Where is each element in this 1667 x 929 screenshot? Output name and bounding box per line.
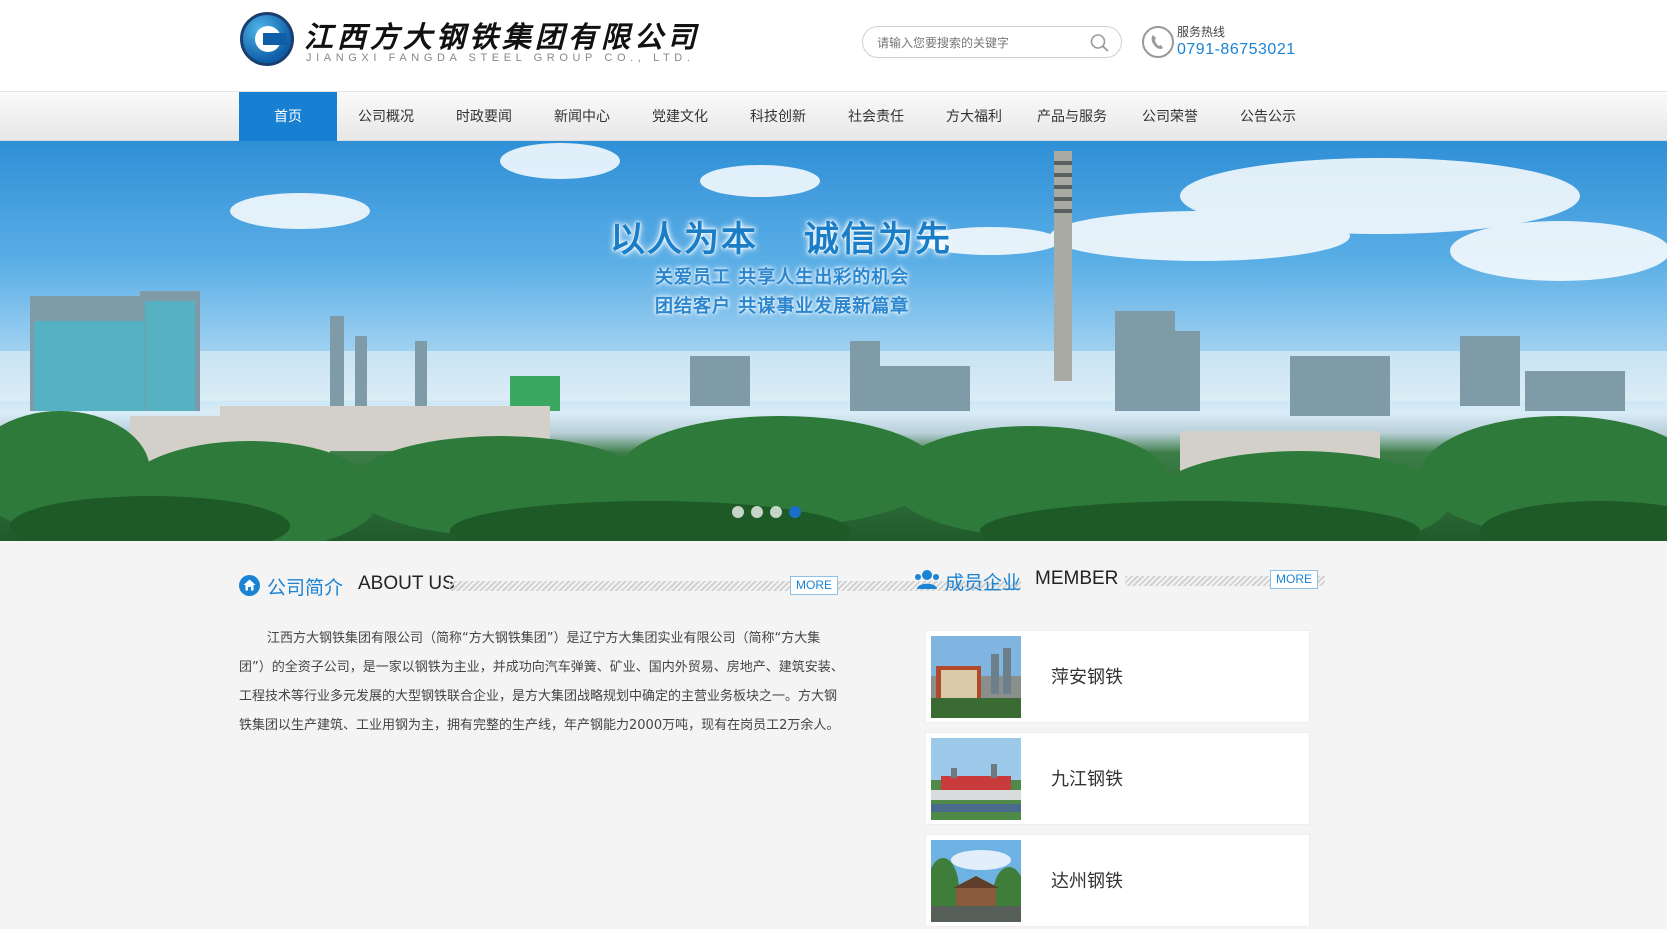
about-title-en: ABOUT US — [358, 573, 455, 594]
about-paragraph: 江西方大钢铁集团有限公司（简称“方大钢铁集团”）是辽宁方大集团实业有限公司（简称… — [239, 631, 844, 733]
member-thumbnail — [931, 636, 1021, 718]
nav-item-news-center[interactable]: 新闻中心 — [533, 92, 631, 142]
nav-item-social-responsibility[interactable]: 社会责任 — [827, 92, 925, 142]
home-icon — [239, 575, 260, 596]
search-box — [862, 26, 1122, 58]
banner-dot-2[interactable] — [751, 506, 763, 518]
member-section-header: 成员企业 MEMBER MORE — [915, 568, 1325, 594]
members-icon — [915, 570, 939, 589]
nav-item-announcements[interactable]: 公告公示 — [1219, 92, 1317, 142]
main-nav: 首页 公司概况 时政要闻 新闻中心 党建文化 科技创新 社会责任 方大福利 产品… — [0, 91, 1667, 142]
banner-subline-2: 团结客户 共谋事业发展新篇章 — [655, 296, 910, 317]
banner-dot-4[interactable] — [789, 506, 801, 518]
member-name: 九江钢铁 — [1051, 769, 1123, 790]
banner-subline-1: 关爱员工 共享人生出彩的机会 — [655, 267, 910, 288]
banner-slogan-left: 以人为本 — [610, 220, 759, 260]
banner-dot-3[interactable] — [770, 506, 782, 518]
member-card-jiujiang[interactable]: 九江钢铁 — [925, 732, 1310, 825]
hotline-label: 服务热线 — [1177, 25, 1226, 39]
nav-item-party-culture[interactable]: 党建文化 — [631, 92, 729, 142]
nav-item-company-overview[interactable]: 公司概况 — [337, 92, 435, 142]
about-title-cn: 公司简介 — [267, 577, 344, 599]
site-header: 江西方大钢铁集团有限公司 JIANGXI FANGDA STEEL GROUP … — [0, 0, 1667, 91]
search-input[interactable] — [877, 33, 1077, 53]
member-name: 萍安钢铁 — [1051, 667, 1123, 688]
member-name: 达州钢铁 — [1051, 871, 1123, 892]
site-logo[interactable]: 江西方大钢铁集团有限公司 JIANGXI FANGDA STEEL GROUP … — [240, 12, 696, 74]
member-title-en: MEMBER — [1035, 568, 1119, 589]
hotline-number: 0791-86753021 — [1177, 41, 1296, 58]
logo-company-name: 江西方大钢铁集团有限公司 — [304, 20, 701, 54]
about-more-button[interactable]: MORE — [790, 576, 838, 595]
member-card-pingan[interactable]: 萍安钢铁 — [925, 630, 1310, 723]
nav-item-tech-innovation[interactable]: 科技创新 — [729, 92, 827, 142]
nav-item-honors[interactable]: 公司荣誉 — [1121, 92, 1219, 142]
about-section-header: 公司简介 ABOUT US MORE — [239, 573, 1021, 599]
banner-slogan-right: 诚信为先 — [804, 220, 953, 260]
hero-banner[interactable]: 以人为本 诚信为先 关爱员工 共享人生出彩的机会 团结客户 共谋事业发展新篇章 — [0, 141, 1667, 541]
logo-emblem-icon — [240, 12, 294, 66]
nav-item-home[interactable]: 首页 — [239, 92, 337, 142]
search-icon[interactable] — [1089, 33, 1111, 53]
nav-item-current-affairs[interactable]: 时政要闻 — [435, 92, 533, 142]
banner-dot-1[interactable] — [732, 506, 744, 518]
member-thumbnail — [931, 840, 1021, 922]
member-list: 萍安钢铁 九江钢铁 达州钢铁 — [925, 630, 1310, 929]
member-more-button[interactable]: MORE — [1270, 570, 1318, 589]
member-card-dazhou[interactable]: 达州钢铁 — [925, 834, 1310, 927]
member-title-cn: 成员企业 — [945, 572, 1022, 594]
phone-icon — [1142, 26, 1174, 58]
member-thumbnail — [931, 738, 1021, 820]
logo-company-name-en: JIANGXI FANGDA STEEL GROUP CO., LTD. — [306, 52, 695, 64]
nav-item-welfare[interactable]: 方大福利 — [925, 92, 1023, 142]
banner-pagination — [732, 506, 801, 518]
banner-factory-scene — [0, 143, 1667, 541]
nav-item-products-services[interactable]: 产品与服务 — [1023, 92, 1121, 142]
banner-slogan: 以人为本 诚信为先 — [610, 211, 952, 262]
